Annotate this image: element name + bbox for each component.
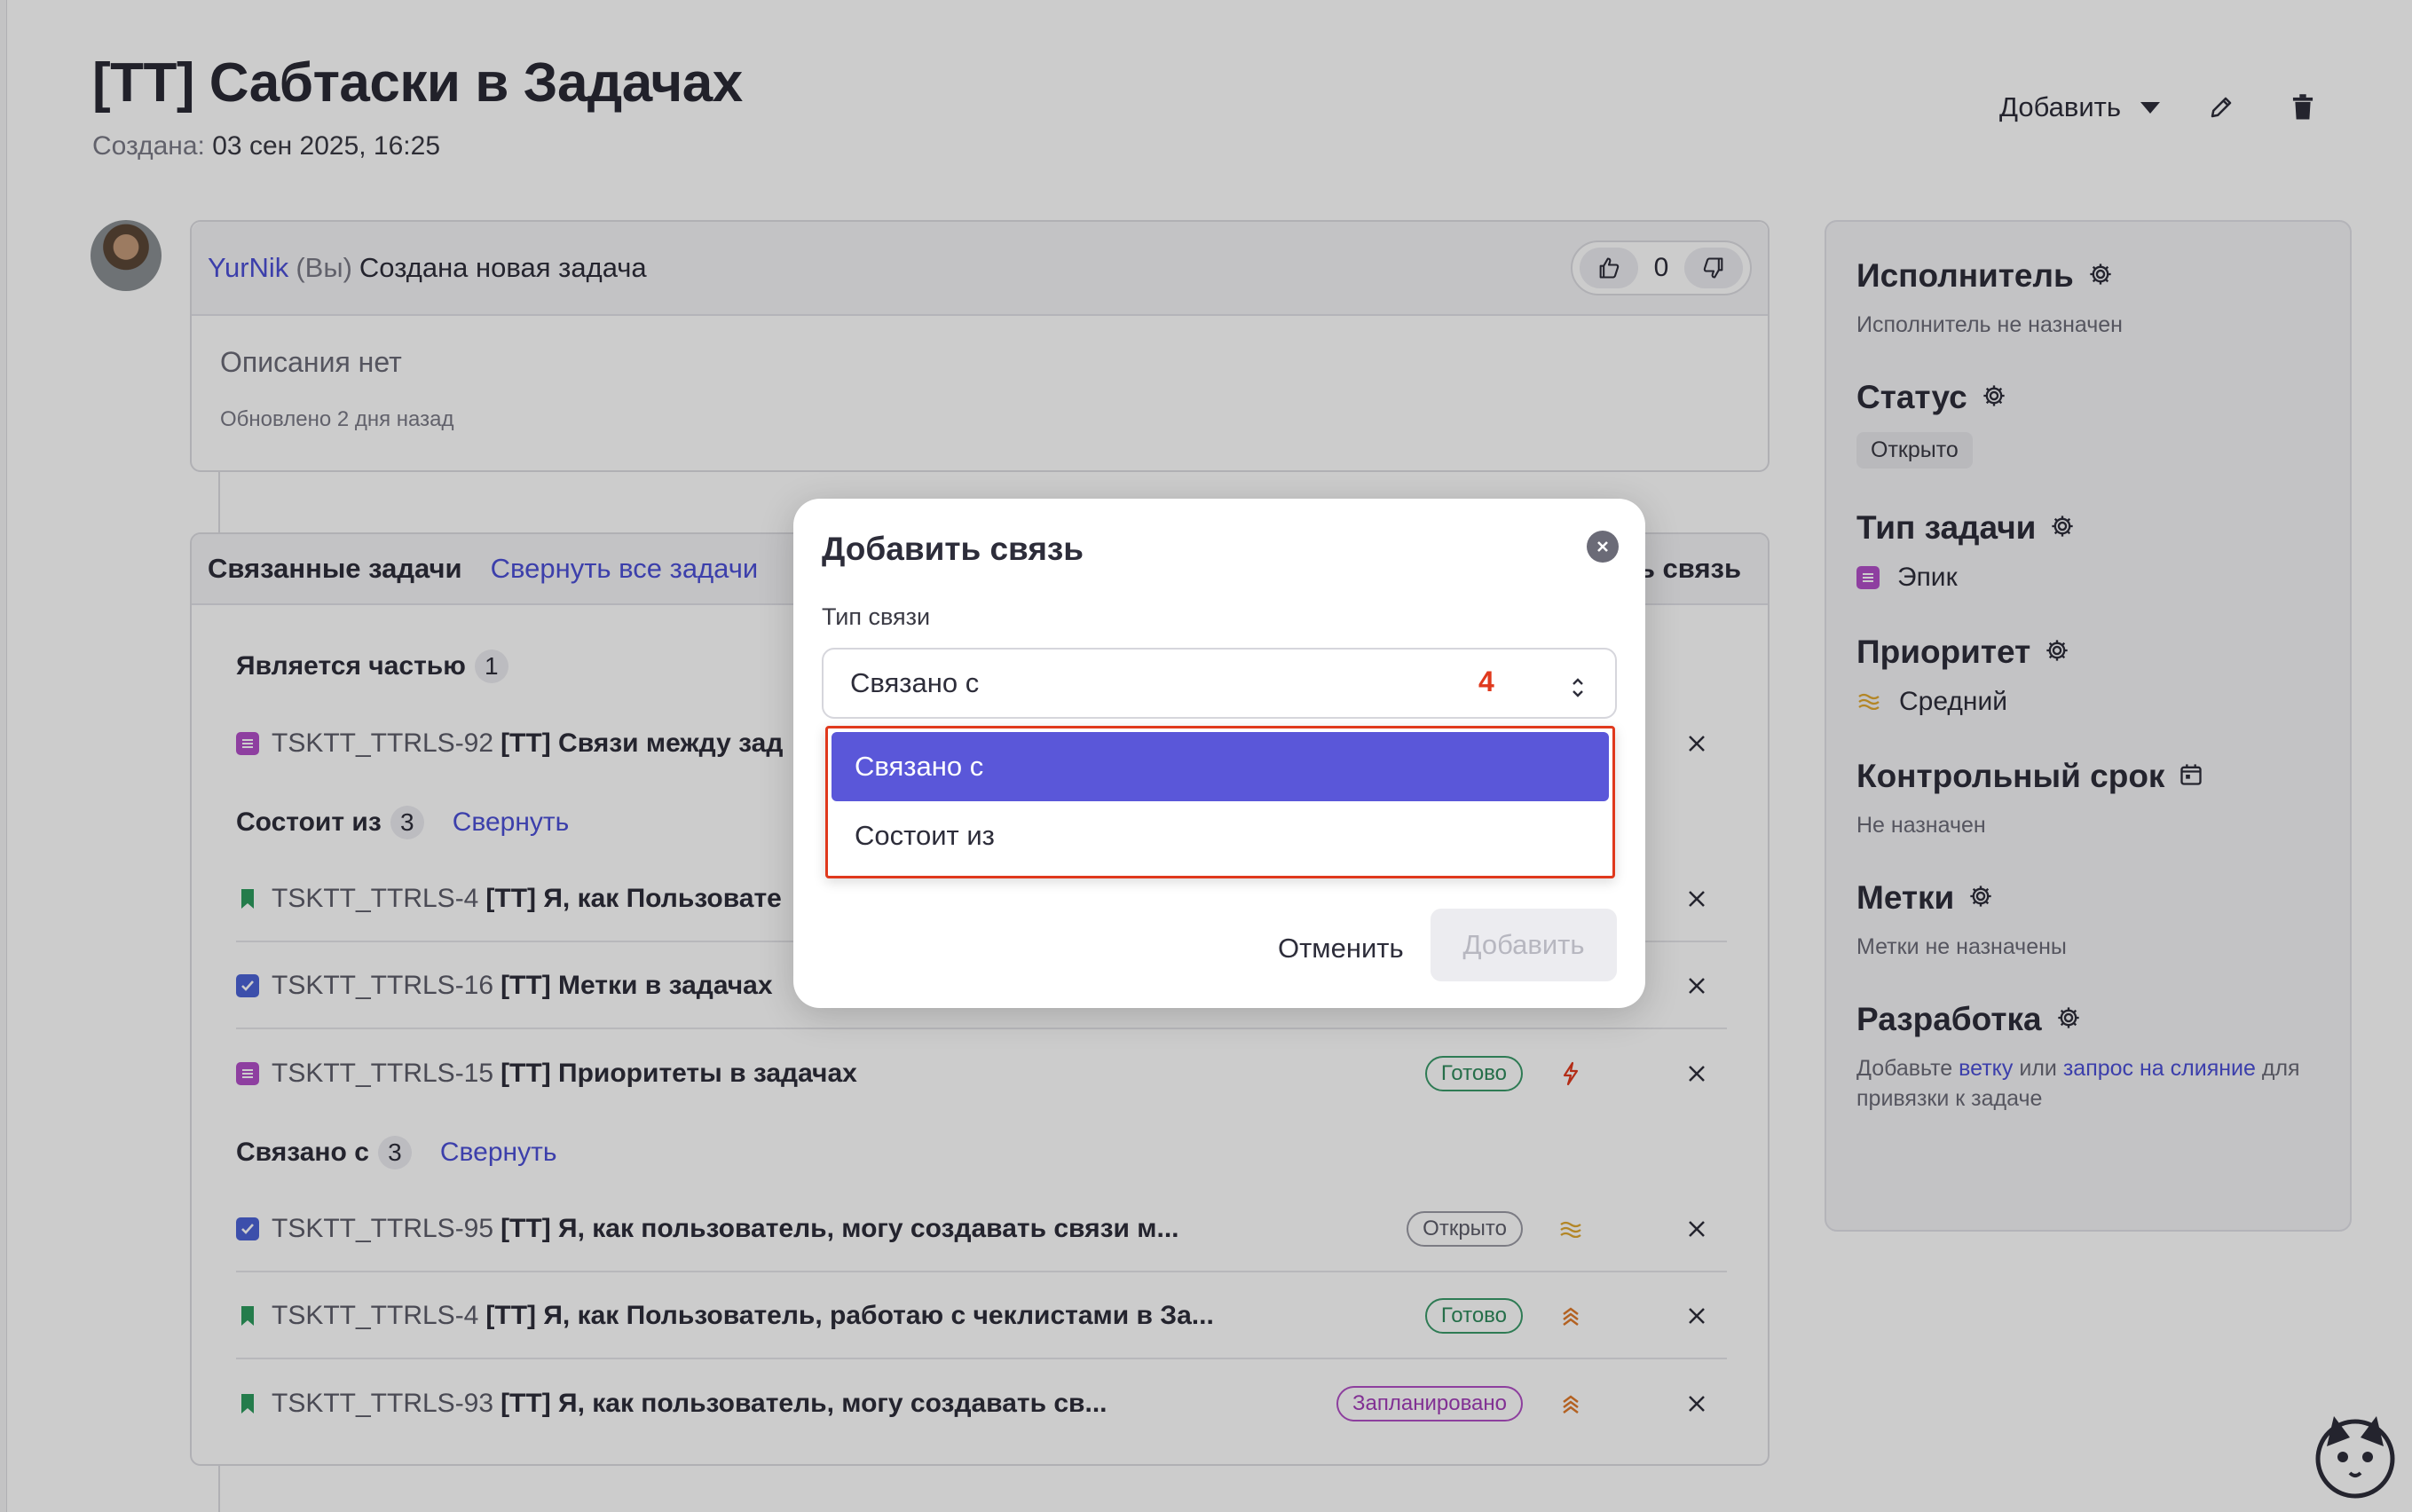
modal-close-button[interactable] xyxy=(1587,531,1619,563)
link-type-label: Тип связи xyxy=(822,603,931,630)
cancel-button[interactable]: Отменить xyxy=(1251,914,1431,983)
close-icon xyxy=(1597,541,1608,552)
step-marker: 4 xyxy=(1478,665,1494,697)
modal-title: Добавить связь xyxy=(822,531,1084,567)
link-type-options: Связано с Состоит из xyxy=(825,726,1615,878)
link-type-select[interactable]: Связано с 4 xyxy=(822,648,1617,719)
option-consists-of[interactable]: Состоит из xyxy=(832,801,1609,870)
chevron-up-down-icon xyxy=(1571,674,1585,706)
submit-button[interactable]: Добавить xyxy=(1431,909,1617,981)
option-related-to[interactable]: Связано с xyxy=(832,732,1609,801)
link-type-selected: Связано с xyxy=(850,667,980,698)
